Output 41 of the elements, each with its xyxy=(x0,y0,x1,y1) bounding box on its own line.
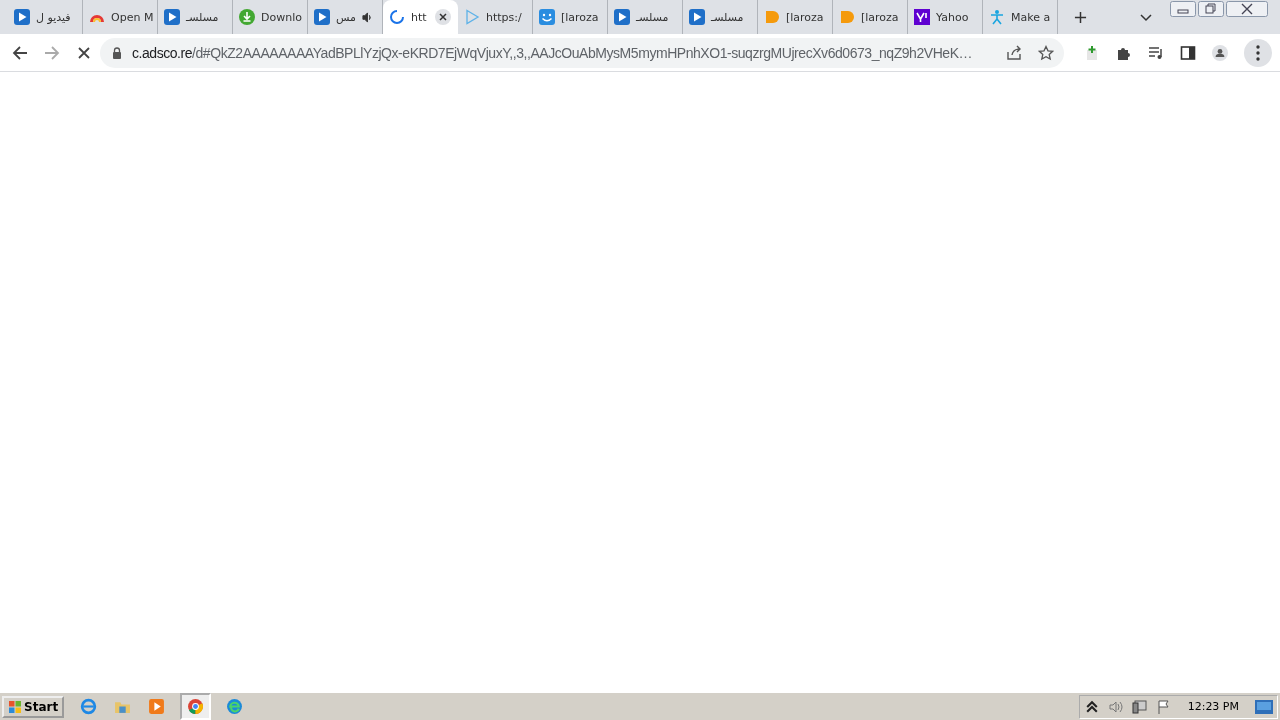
download-icon xyxy=(239,9,255,25)
address-bar[interactable]: c.adsco.re/d#QkZ2AAAAAAAAYadBPLlYzjQx-eKRD7EjWqVjuxY,,3,,AAJcOuAbMysM5mymHPnhXO1-suqzrgMUjrecXv6d0673_nqZ9h2VHeK… xyxy=(100,37,1064,68)
windows-logo-icon xyxy=(8,699,22,714)
play-icon xyxy=(464,9,480,25)
new-tab-icon[interactable] xyxy=(1074,11,1087,24)
desktop-icon[interactable] xyxy=(1255,699,1273,714)
star-icon[interactable] xyxy=(1038,44,1054,61)
restore-icon[interactable] xyxy=(1198,1,1224,17)
blob-icon xyxy=(764,9,780,25)
close-icon[interactable] xyxy=(435,9,451,25)
start-button[interactable]: Start xyxy=(2,695,65,718)
profile-avatar-icon[interactable] xyxy=(1212,44,1228,61)
flag-icon[interactable] xyxy=(1155,698,1172,715)
menu-icon[interactable] xyxy=(1244,38,1272,67)
browser-tab[interactable]: htt xyxy=(383,0,458,34)
back-arrow-icon[interactable] xyxy=(12,44,28,61)
chrome-icon[interactable] xyxy=(182,695,210,718)
minimize-icon[interactable] xyxy=(1170,1,1196,17)
blob-icon xyxy=(839,9,855,25)
stop-icon[interactable] xyxy=(76,44,92,61)
play-icon xyxy=(164,9,180,25)
media-player-icon[interactable] xyxy=(148,698,166,715)
yahoo-icon xyxy=(914,9,930,25)
figure-icon xyxy=(989,9,1005,25)
share-icon[interactable] xyxy=(1006,44,1022,61)
side-panel-icon[interactable] xyxy=(1180,44,1196,61)
clock: 12:23 PM xyxy=(1187,700,1239,713)
network-icon[interactable] xyxy=(1131,698,1148,715)
play-icon xyxy=(689,9,705,25)
speaker-icon[interactable] xyxy=(361,11,373,23)
play-icon xyxy=(614,9,630,25)
play-icon xyxy=(314,9,330,25)
lock-icon xyxy=(112,46,122,59)
media-queue-icon[interactable] xyxy=(1148,44,1164,61)
smile-icon xyxy=(539,9,555,25)
extension-icon[interactable] xyxy=(1084,44,1100,61)
play-icon xyxy=(14,9,30,25)
chevron-down-icon[interactable] xyxy=(1140,14,1152,22)
loading-spinner-icon xyxy=(389,9,405,25)
url-text: c.adsco.re/d#QkZ2AAAAAAAAYadBPLlYzjQx-eKRD7EjWqVjuxY,,3,,AAJcOuAbMysM5mymHPnhXO1-suqzrgMUjrecXv6d0673_nqZ9h2VHeK… xyxy=(132,44,974,61)
close-icon[interactable] xyxy=(1226,1,1268,17)
